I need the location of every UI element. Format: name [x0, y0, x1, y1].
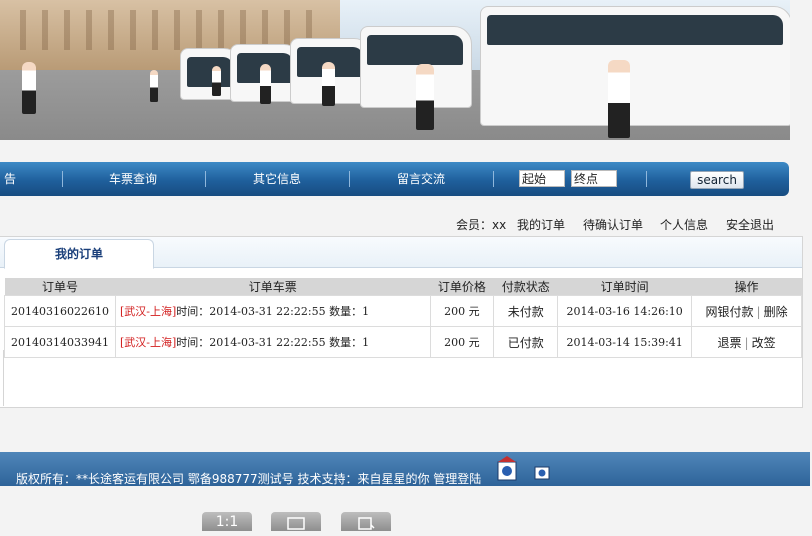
fit-window-icon: [287, 517, 305, 530]
orders-panel: 我的订单 订单号 订单车票 订单价格 付款状态 订单时间 操作 20140316…: [0, 236, 803, 408]
change-ticket-link[interactable]: 改签: [752, 336, 776, 350]
pending-orders-link[interactable]: 待确认订单: [583, 216, 643, 233]
user-links-bar: 会员：xx 我的订单 待确认订单 个人信息 安全退出: [0, 212, 790, 234]
price-cell: 200 元: [429, 326, 495, 358]
route-label: [武汉-上海]: [119, 336, 177, 349]
admin-small-icon[interactable]: [534, 464, 550, 480]
status-cell: 未付款: [493, 295, 559, 327]
ticket-cell: [武汉-上海]时间：2014-03-31 22:22:55 数量：1: [114, 326, 431, 358]
nav-item-other-info[interactable]: 其它信息: [234, 162, 320, 196]
ticket-detail: 时间：2014-03-31 22:22:55 数量：1: [176, 305, 370, 318]
zoom-actual-size-button[interactable]: 1:1: [202, 512, 252, 531]
order-no-cell: 20140316022610: [4, 295, 116, 327]
nav-item-ticket-search[interactable]: 车票查询: [90, 162, 176, 196]
col-header-order-time: 订单时间: [557, 278, 692, 296]
table-row: 20140316022610 [武汉-上海]时间：2014-03-31 22:2…: [4, 295, 802, 327]
admin-badge-icon[interactable]: [496, 456, 518, 482]
nav-item-notice[interactable]: 告: [0, 162, 20, 196]
header-banner-image: [0, 0, 790, 140]
col-header-ticket: 订单车票: [115, 278, 430, 296]
order-time-cell: 2014-03-16 14:26:10: [557, 295, 693, 327]
pay-online-link[interactable]: 网银付款: [706, 305, 754, 319]
orders-table: 订单号 订单车票 订单价格 付款状态 订单时间 操作 2014031602261…: [4, 278, 802, 358]
actions-cell: 网银付款 | 删除: [691, 295, 802, 327]
table-row: 20140314033941 [武汉-上海]时间：2014-03-31 22:2…: [4, 326, 802, 358]
panel-left-border: [0, 350, 4, 406]
order-no-cell: 20140314033941: [4, 326, 116, 358]
actions-cell: 退票 | 改签: [691, 326, 802, 358]
col-header-price: 订单价格: [430, 278, 494, 296]
route-label: [武汉-上海]: [119, 305, 177, 318]
col-header-order-no: 订单号: [4, 278, 116, 296]
col-header-actions: 操作: [691, 278, 802, 296]
fullscreen-button[interactable]: [341, 512, 391, 531]
member-label: 会员：xx: [456, 218, 507, 232]
my-orders-link[interactable]: 我的订单: [517, 216, 565, 233]
profile-link[interactable]: 个人信息: [660, 216, 708, 233]
delete-link[interactable]: 删除: [764, 305, 788, 319]
tab-my-orders[interactable]: 我的订单: [4, 239, 154, 269]
fit-window-button[interactable]: [271, 512, 321, 531]
from-station-input[interactable]: [519, 170, 565, 187]
ticket-cell: [武汉-上海]时间：2014-03-31 22:22:55 数量：1: [114, 295, 431, 327]
nav-item-message-board[interactable]: 留言交流: [378, 162, 464, 196]
status-cell: 已付款: [493, 326, 559, 358]
footer-copyright: 版权所有：**长途客运有限公司 鄂备988777测试号 技术支持：来自星星的你 …: [16, 472, 482, 486]
price-cell: 200 元: [429, 295, 495, 327]
table-header-row: 订单号 订单车票 订单价格 付款状态 订单时间 操作: [4, 278, 802, 296]
search-button[interactable]: search: [690, 171, 744, 189]
main-nav-bar: 告 车票查询 其它信息 留言交流 search: [0, 162, 789, 196]
to-station-input[interactable]: [571, 170, 617, 187]
fullscreen-icon: [358, 517, 375, 530]
ticket-detail: 时间：2014-03-31 22:22:55 数量：1: [176, 336, 370, 349]
footer-bar: 版权所有：**长途客运有限公司 鄂备988777测试号 技术支持：来自星星的你 …: [0, 452, 810, 486]
logout-link[interactable]: 安全退出: [726, 216, 774, 233]
tab-bar: 我的订单: [0, 237, 802, 269]
refund-link[interactable]: 退票: [718, 336, 742, 350]
order-time-cell: 2014-03-14 15:39:41: [557, 326, 693, 358]
col-header-payment-status: 付款状态: [493, 278, 558, 296]
